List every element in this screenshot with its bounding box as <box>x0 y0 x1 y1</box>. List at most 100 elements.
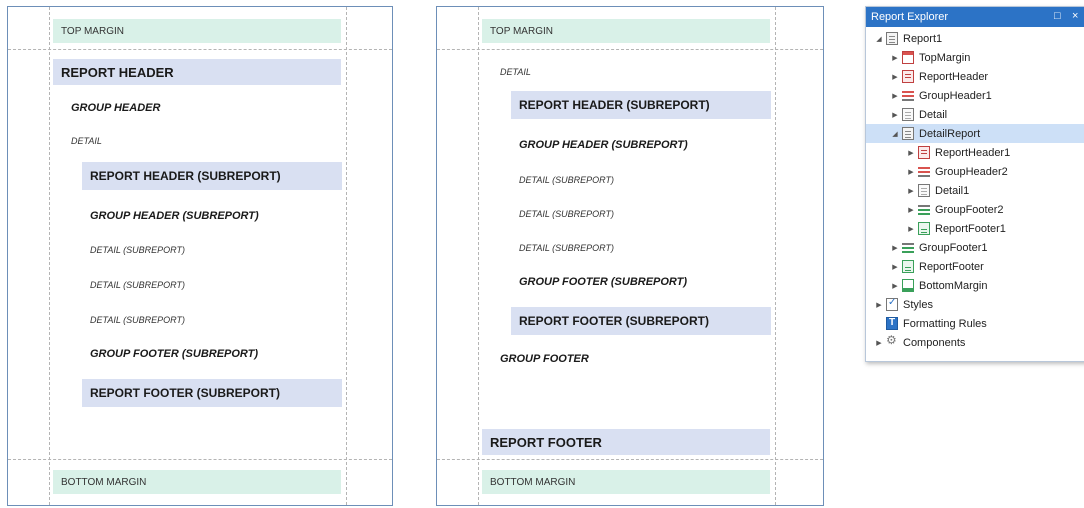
tree-item-formatting-rules[interactable]: Formatting Rules <box>866 314 1084 333</box>
right-margin-guide <box>775 7 776 505</box>
tree-item-report1[interactable]: ◢ Report1 <box>866 29 1084 48</box>
bottom-margin-band[interactable]: BOTTOM MARGIN <box>53 470 341 494</box>
top-margin-band[interactable]: TOP MARGIN <box>53 19 341 43</box>
expand-arrow-icon[interactable]: ▶ <box>906 149 916 157</box>
tree-item-label: BottomMargin <box>919 279 988 292</box>
right-margin-guide <box>346 7 347 505</box>
group-footer-icon <box>902 241 914 254</box>
formatting-rules-icon <box>886 317 898 330</box>
tree-item-label: GroupFooter2 <box>935 203 1004 216</box>
expand-arrow-icon[interactable]: ▶ <box>890 54 900 62</box>
tree-item-groupfooter2[interactable]: ▶ GroupFooter2 <box>866 200 1084 219</box>
report-header-icon <box>902 70 914 83</box>
tree-item-reportheader1[interactable]: ▶ ReportHeader1 <box>866 143 1084 162</box>
report-header-band[interactable]: REPORT HEADER <box>53 59 341 85</box>
top-margin-band[interactable]: TOP MARGIN <box>482 19 770 43</box>
report-footer-band[interactable]: REPORT FOOTER <box>482 429 770 455</box>
subreport-group-footer-band[interactable]: GROUP FOOTER (SUBREPORT) <box>511 272 771 292</box>
report-explorer-title: Report Explorer <box>871 11 949 23</box>
expand-arrow-icon[interactable]: ▶ <box>906 187 916 195</box>
top-margin-guide <box>8 49 392 50</box>
detail-band[interactable]: DETAIL <box>63 131 333 151</box>
subreport-detail-band[interactable]: DETAIL (SUBREPORT) <box>511 170 771 190</box>
tree-item-label: Formatting Rules <box>903 317 987 330</box>
subreport-detail-band[interactable]: DETAIL (SUBREPORT) <box>82 275 342 295</box>
top-margin-icon <box>902 51 914 64</box>
expand-arrow-icon[interactable]: ▶ <box>890 244 900 252</box>
tree-item-label: ReportFooter1 <box>935 222 1006 235</box>
bottom-margin-icon <box>902 279 914 292</box>
expand-arrow-icon[interactable]: ▶ <box>906 168 916 176</box>
tree-item-label: TopMargin <box>919 51 971 64</box>
tree-item-components[interactable]: ▶ Components <box>866 333 1084 352</box>
tree-item-reportheader[interactable]: ▶ ReportHeader <box>866 67 1084 86</box>
tree-item-detailreport[interactable]: ◢ DetailReport <box>866 124 1084 143</box>
report-explorer-title-bar[interactable]: Report Explorer □ × <box>866 7 1084 27</box>
bottom-margin-guide <box>437 459 823 460</box>
group-footer-icon <box>918 203 930 216</box>
subreport-header-band[interactable]: REPORT HEADER (SUBREPORT) <box>82 162 342 190</box>
tree-item-styles[interactable]: ▶ Styles <box>866 295 1084 314</box>
components-icon <box>886 333 898 349</box>
report-page-preview-left: TOP MARGIN REPORT HEADER GROUP HEADER DE… <box>7 6 393 506</box>
report-footer-icon <box>902 260 914 273</box>
expand-arrow-icon[interactable]: ▶ <box>890 73 900 81</box>
expand-arrow-icon[interactable]: ▶ <box>890 282 900 290</box>
left-margin-guide <box>49 7 50 505</box>
expand-arrow-icon[interactable]: ▶ <box>906 225 916 233</box>
tree-item-label: GroupFooter1 <box>919 241 988 254</box>
top-margin-guide <box>437 49 823 50</box>
expand-arrow-icon[interactable]: ▶ <box>890 92 900 100</box>
detail-band[interactable]: DETAIL <box>492 62 762 82</box>
tree-item-topmargin[interactable]: ▶ TopMargin <box>866 48 1084 67</box>
bottom-margin-guide <box>8 459 392 460</box>
tree-item-groupheader2[interactable]: ▶ GroupHeader2 <box>866 162 1084 181</box>
group-footer-band[interactable]: GROUP FOOTER <box>492 349 762 369</box>
report-icon <box>886 32 898 45</box>
tree-item-label: DetailReport <box>919 127 981 140</box>
subreport-detail-band[interactable]: DETAIL (SUBREPORT) <box>82 240 342 260</box>
subreport-group-footer-band[interactable]: GROUP FOOTER (SUBREPORT) <box>82 344 342 364</box>
tree-item-label: ReportHeader1 <box>935 146 1011 159</box>
subreport-group-header-band[interactable]: GROUP HEADER (SUBREPORT) <box>511 135 771 155</box>
tree-item-label: Detail <box>919 108 948 121</box>
detail-icon <box>902 108 914 121</box>
tree-item-groupheader1[interactable]: ▶ GroupHeader1 <box>866 86 1084 105</box>
group-header-icon <box>902 89 914 102</box>
collapse-arrow-icon[interactable]: ◢ <box>890 130 900 138</box>
maximize-icon[interactable]: □ <box>1054 10 1061 22</box>
expand-arrow-icon[interactable]: ▶ <box>906 206 916 214</box>
close-icon[interactable]: × <box>1072 10 1078 22</box>
expand-arrow-icon[interactable]: ▶ <box>890 111 900 119</box>
tree-item-label: Styles <box>903 298 933 311</box>
report-page-preview-right: TOP MARGIN DETAIL REPORT HEADER (SUBREPO… <box>436 6 824 506</box>
expand-arrow-icon[interactable]: ▶ <box>890 263 900 271</box>
detail-report-icon <box>902 127 914 140</box>
report-footer-icon <box>918 222 930 235</box>
tree-item-label: ReportHeader <box>919 70 989 83</box>
report-explorer-panel: Report Explorer □ × ◢ Report1 ▶ TopMargin ▶ R… <box>865 6 1084 362</box>
subreport-detail-band[interactable]: DETAIL (SUBREPORT) <box>511 238 771 258</box>
subreport-footer-band[interactable]: REPORT FOOTER (SUBREPORT) <box>511 307 771 335</box>
subreport-footer-band[interactable]: REPORT FOOTER (SUBREPORT) <box>82 379 342 407</box>
subreport-detail-band[interactable]: DETAIL (SUBREPORT) <box>511 204 771 224</box>
tree-item-groupfooter1[interactable]: ▶ GroupFooter1 <box>866 238 1084 257</box>
expand-arrow-icon[interactable]: ▶ <box>874 339 884 347</box>
bottom-margin-band[interactable]: BOTTOM MARGIN <box>482 470 770 494</box>
collapse-arrow-icon[interactable]: ◢ <box>874 35 884 43</box>
tree-item-bottommargin[interactable]: ▶ BottomMargin <box>866 276 1084 295</box>
subreport-group-header-band[interactable]: GROUP HEADER (SUBREPORT) <box>82 206 342 226</box>
tree-item-label: Report1 <box>903 32 943 45</box>
tree-item-detail[interactable]: ▶ Detail <box>866 105 1084 124</box>
detail-icon <box>918 184 930 197</box>
tree-item-detail1[interactable]: ▶ Detail1 <box>866 181 1084 200</box>
report-header-icon <box>918 146 930 159</box>
expand-arrow-icon[interactable]: ▶ <box>874 301 884 309</box>
tree-item-reportfooter1[interactable]: ▶ ReportFooter1 <box>866 219 1084 238</box>
subreport-detail-band[interactable]: DETAIL (SUBREPORT) <box>82 310 342 330</box>
tree-item-reportfooter[interactable]: ▶ ReportFooter <box>866 257 1084 276</box>
tree-item-label: GroupHeader2 <box>935 165 1008 178</box>
styles-icon <box>886 297 898 311</box>
group-header-band[interactable]: GROUP HEADER <box>63 98 333 118</box>
subreport-header-band[interactable]: REPORT HEADER (SUBREPORT) <box>511 91 771 119</box>
